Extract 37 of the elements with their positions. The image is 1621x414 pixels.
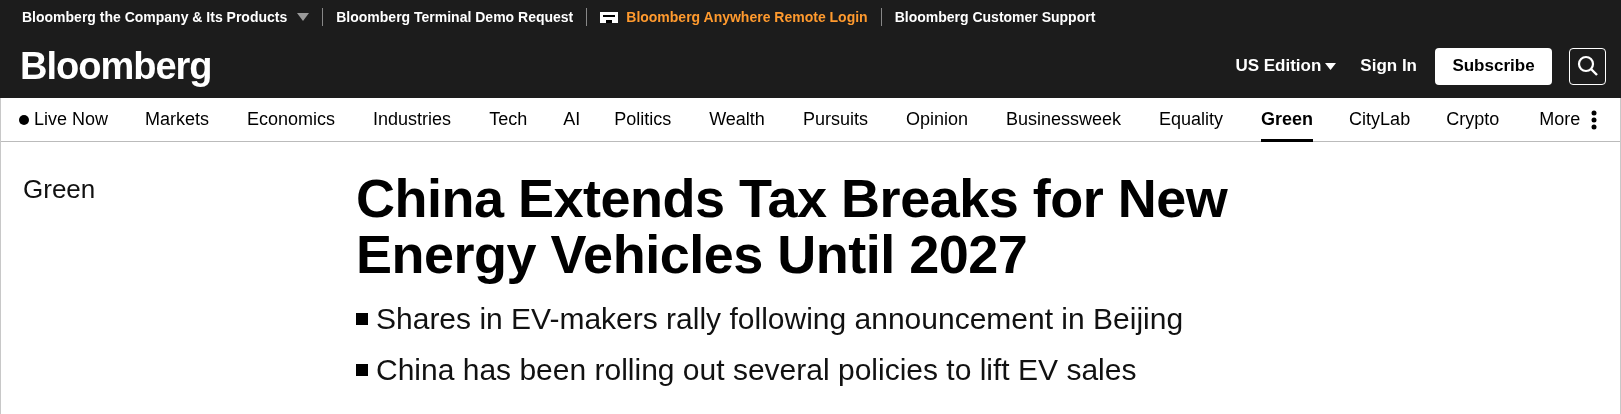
bullet-point: Shares in EV-makers rally following announcement in Beijing <box>376 301 1184 337</box>
section-label: Green <box>23 174 96 204</box>
search-icon <box>1576 55 1599 77</box>
top-link[interactable]: Bloomberg Terminal Demo Request <box>336 6 574 28</box>
subscribe-button[interactable]: Subscribe <box>1435 47 1552 85</box>
bullet-icon <box>356 363 368 376</box>
nav-tab[interactable]: Politics <box>614 98 672 141</box>
nav-tab[interactable]: Opinion <box>905 98 968 141</box>
caret-icon <box>1325 62 1337 70</box>
headline: China Extends Tax Breaks for New Energy Vehicles Until 2027 <box>356 170 1229 282</box>
nav-tab[interactable]: AI <box>563 98 581 141</box>
search-button[interactable] <box>1569 47 1606 85</box>
nav-tab[interactable]: Pursuits <box>802 98 868 141</box>
nav-tab[interactable]: Markets <box>145 98 210 141</box>
nav-tab[interactable]: More <box>1539 98 1598 141</box>
nav-tab[interactable]: Tech <box>489 98 528 141</box>
monitor-icon <box>600 11 619 23</box>
nav-tab[interactable]: Equality <box>1159 98 1224 141</box>
nav-tab[interactable]: Live Now <box>19 98 109 141</box>
bullet-icon <box>356 312 368 325</box>
top-link[interactable]: Bloomberg Customer Support <box>894 6 1096 28</box>
nav-tab[interactable]: Economics <box>247 98 336 141</box>
edition-menu[interactable]: US Edition <box>1235 53 1337 79</box>
bullet-point: China has been rolling out several policies to lift EV sales <box>376 352 1137 388</box>
nav-tab[interactable]: Crypto <box>1446 98 1500 141</box>
sign-in-link[interactable]: Sign In <box>1360 53 1417 79</box>
caret-icon <box>297 13 310 21</box>
nav-tab[interactable]: Industries <box>373 98 452 141</box>
nav-tab[interactable]: CityLab <box>1349 98 1411 141</box>
top-link[interactable]: Bloomberg Anywhere Remote Login <box>600 6 868 28</box>
nav-tab[interactable]: Wealth <box>709 98 765 141</box>
logo[interactable]: Bloomberg <box>20 37 212 95</box>
top-link[interactable]: Bloomberg the Company & Its Products <box>22 6 310 28</box>
more-icon <box>1591 109 1598 130</box>
nav-tab[interactable]: Green <box>1261 98 1314 141</box>
live-dot-icon <box>19 114 29 125</box>
nav-tab[interactable]: Businessweek <box>1005 98 1122 141</box>
